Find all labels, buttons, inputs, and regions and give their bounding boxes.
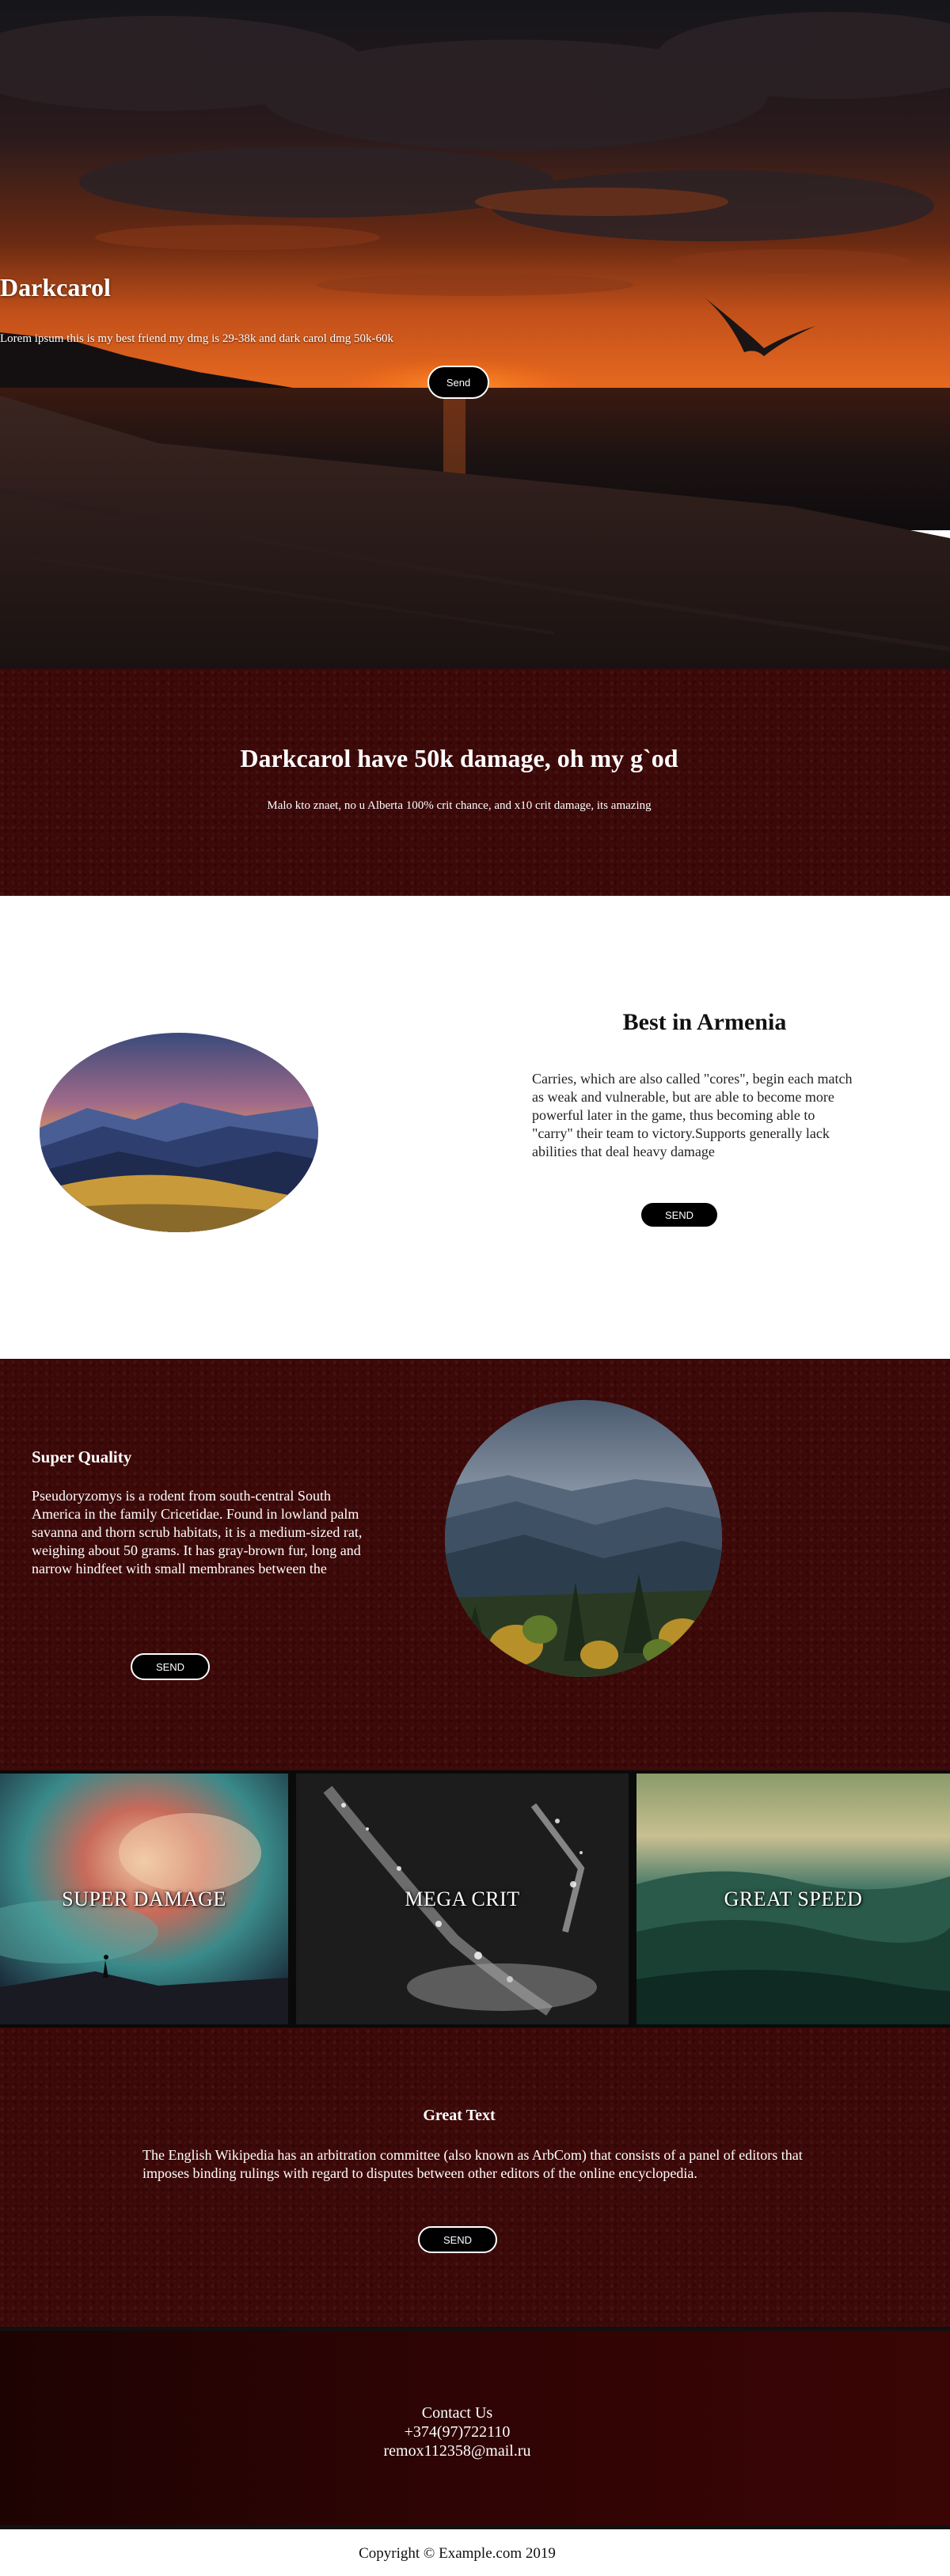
quality-text: Pseudoryzomys is a rodent from south-cen…: [32, 1488, 363, 1576]
quality-section: Super Quality Pseudoryzomys is a rodent …: [0, 1359, 950, 1770]
tile-super-damage-label: SUPER DAMAGE: [62, 1887, 226, 1910]
contact-email: remox112358@mail.ru: [383, 2442, 531, 2460]
armenia-send-button[interactable]: SEND: [640, 1201, 719, 1228]
tile-mega-crit[interactable]: MEGA CRIT: [296, 1774, 629, 2024]
features-tiles-section: SUPER DAMAGE MEGA CRIT GREAT SPEED: [0, 1770, 950, 2028]
tile-great-speed-label: GREAT SPEED: [724, 1887, 863, 1910]
hero-section: Darkcarol Lorem ipsum this is my best fr…: [0, 0, 950, 669]
great-send-button[interactable]: SEND: [418, 2226, 497, 2253]
great-text: The English Wikipedia has an arbitration…: [142, 2147, 803, 2181]
forest-mountains-image: [445, 1400, 722, 1677]
hero-title: Darkcarol: [0, 273, 111, 302]
tile-super-damage[interactable]: SUPER DAMAGE: [0, 1774, 288, 2024]
copyright-text: Copyright © Example.com 2019: [359, 2545, 556, 2562]
contact-phone: +374(97)722110: [404, 2423, 511, 2441]
hero-subtitle: Lorem ipsum this is my best friend my dm…: [0, 332, 394, 345]
contact-title: Contact Us: [421, 2404, 493, 2422]
armenia-section: Best in Armenia Carries, which are also …: [0, 896, 950, 1359]
great-text-section: Great Text The English Wikipedia has an …: [0, 2028, 950, 2327]
great-title: Great Text: [423, 2107, 496, 2124]
armenia-text: Carries, which are also called "cores", …: [532, 1071, 853, 1159]
quality-send-button[interactable]: SEND: [131, 1653, 210, 1680]
damage-section: Darkcarol have 50k damage, oh my g`od Ma…: [0, 669, 950, 896]
contact-section: Contact Us +374(97)722110 remox112358@ma…: [0, 2327, 950, 2529]
quality-title: Super Quality: [32, 1447, 132, 1466]
tile-mega-crit-label: MEGA CRIT: [405, 1887, 520, 1910]
hero-send-button[interactable]: Send: [428, 366, 489, 399]
mountain-landscape-image: [40, 1033, 318, 1232]
tile-great-speed[interactable]: GREAT SPEED: [636, 1774, 950, 2024]
damage-title: Darkcarol have 50k damage, oh my g`od: [240, 744, 678, 772]
damage-text: Malo kto znaet, no u Alberta 100% crit c…: [267, 799, 652, 812]
armenia-title: Best in Armenia: [622, 1009, 787, 1035]
footer: Copyright © Example.com 2019: [0, 2529, 950, 2576]
